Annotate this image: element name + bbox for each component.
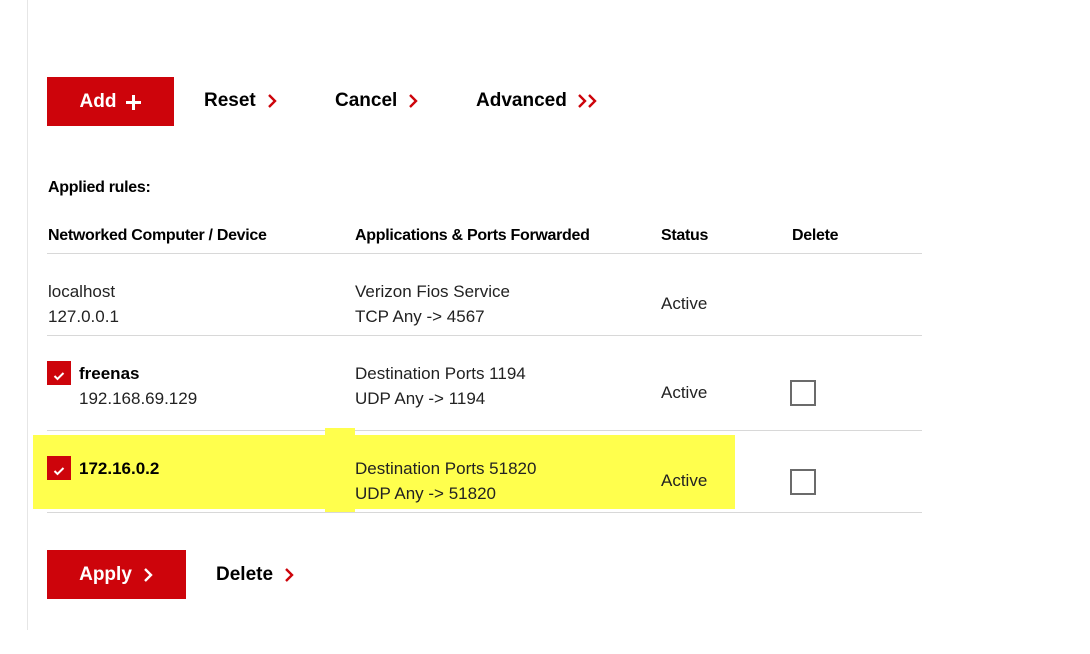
delete-rule-checkbox[interactable] [790, 380, 816, 406]
chevron-right-icon [407, 93, 419, 109]
device-ip: 192.168.69.129 [79, 389, 198, 408]
content-left-border [27, 0, 28, 630]
app-ports: UDP Any -> 51820 [355, 484, 496, 503]
app-description: Destination Ports 1194 [355, 364, 526, 383]
checkmark-icon [53, 368, 65, 381]
status-text: Active [661, 294, 708, 313]
chevron-right-icon [283, 567, 295, 583]
reset-link-label: Reset [204, 90, 256, 111]
table-row-apps: Destination Ports 1194 UDP Any -> 1194 [355, 361, 526, 411]
applied-rules-heading: Applied rules: [48, 179, 151, 196]
advanced-link[interactable]: Advanced [476, 91, 599, 110]
cancel-link[interactable]: Cancel [335, 91, 419, 110]
port-forwarding-page: Add Reset Cancel Advanced Applied rules:… [0, 0, 1090, 654]
apply-button[interactable]: Apply [47, 550, 186, 599]
header-divider [47, 253, 922, 254]
double-chevron-right-icon [577, 93, 599, 109]
row-divider [47, 430, 922, 431]
enable-rule-checkbox[interactable] [47, 361, 71, 385]
device-name: localhost [48, 282, 116, 301]
column-header-delete: Delete [792, 227, 839, 244]
reset-link[interactable]: Reset [204, 91, 278, 110]
app-ports: UDP Any -> 1194 [355, 389, 486, 408]
delete-link[interactable]: Delete [216, 565, 295, 584]
table-row-device: freenas 192.168.69.129 [79, 361, 197, 411]
app-description: Destination Ports 51820 [355, 459, 537, 478]
add-button-label: Add [79, 90, 117, 112]
row-highlight [325, 428, 355, 512]
device-ip: 127.0.0.1 [48, 307, 119, 326]
app-description: Verizon Fios Service [355, 282, 510, 301]
status-text: Active [661, 383, 708, 402]
column-header-apps: Applications & Ports Forwarded [355, 227, 590, 244]
status-text: Active [661, 471, 708, 490]
row-divider [47, 512, 922, 513]
chevron-right-icon [266, 93, 278, 109]
cancel-link-label: Cancel [335, 90, 398, 111]
table-row-device: localhost 127.0.0.1 [48, 279, 119, 329]
enable-rule-checkbox[interactable] [47, 456, 71, 480]
delete-link-label: Delete [216, 564, 274, 585]
device-name: freenas [79, 364, 140, 383]
device-name: 172.16.0.2 [79, 459, 160, 478]
apply-button-label: Apply [79, 563, 132, 585]
plus-icon [126, 94, 142, 110]
column-header-status: Status [661, 227, 709, 244]
row-divider [47, 335, 922, 336]
checkmark-icon [53, 463, 65, 476]
app-ports: TCP Any -> 4567 [355, 307, 485, 326]
table-row-device: 172.16.0.2 [79, 456, 159, 481]
add-button[interactable]: Add [47, 77, 174, 126]
delete-rule-checkbox[interactable] [790, 469, 816, 495]
table-row-apps: Destination Ports 51820 UDP Any -> 51820 [355, 456, 536, 506]
advanced-link-label: Advanced [476, 90, 567, 111]
chevron-right-icon [142, 567, 154, 583]
column-header-device: Networked Computer / Device [48, 227, 267, 244]
table-row-apps: Verizon Fios Service TCP Any -> 4567 [355, 279, 510, 329]
